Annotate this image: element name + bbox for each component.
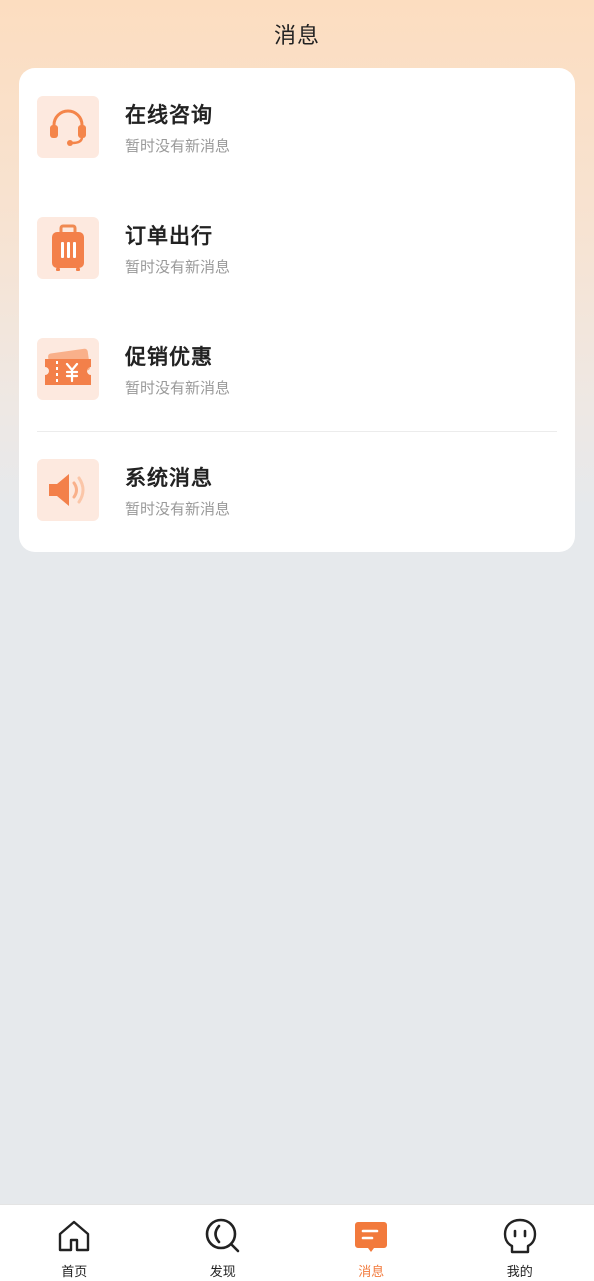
coupon-icon [37,338,99,400]
message-item-subtitle: 暂时没有新消息 [125,498,230,519]
tab-profile[interactable]: 我的 [446,1205,594,1281]
message-item-system[interactable]: 系统消息 暂时没有新消息 [19,431,575,552]
message-item-order-travel[interactable]: 订单出行 暂时没有新消息 [19,189,575,310]
tab-home[interactable]: 首页 [0,1205,149,1281]
tab-label: 首页 [61,1261,87,1280]
message-item-title: 订单出行 [125,220,213,250]
speaker-icon [37,459,99,521]
message-item-title: 促销优惠 [125,341,213,371]
tab-label: 消息 [358,1261,384,1280]
profile-icon [501,1217,539,1255]
page-header: 消息 [0,0,594,68]
tab-label: 发现 [210,1261,236,1280]
luggage-icon [37,217,99,279]
message-item-promotions[interactable]: 促销优惠 暂时没有新消息 [19,310,575,431]
bottom-tab-bar: 首页 发现 消息 我的 [0,1204,594,1281]
page-title: 消息 [274,18,320,50]
tab-messages[interactable]: 消息 [297,1205,446,1281]
message-item-subtitle: 暂时没有新消息 [125,256,230,277]
message-item-subtitle: 暂时没有新消息 [125,377,230,398]
message-item-title: 在线咨询 [125,99,213,129]
discover-icon [204,1217,242,1255]
tab-label: 我的 [507,1261,533,1280]
message-item-online-consult[interactable]: 在线咨询 暂时没有新消息 [19,68,575,189]
message-item-subtitle: 暂时没有新消息 [125,135,230,156]
home-icon [55,1217,93,1255]
message-icon [352,1217,390,1255]
tab-discover[interactable]: 发现 [149,1205,298,1281]
message-list: 在线咨询 暂时没有新消息 订单出行 暂时没有新消息 [19,68,575,552]
message-item-title: 系统消息 [125,462,213,492]
headset-icon [37,96,99,158]
